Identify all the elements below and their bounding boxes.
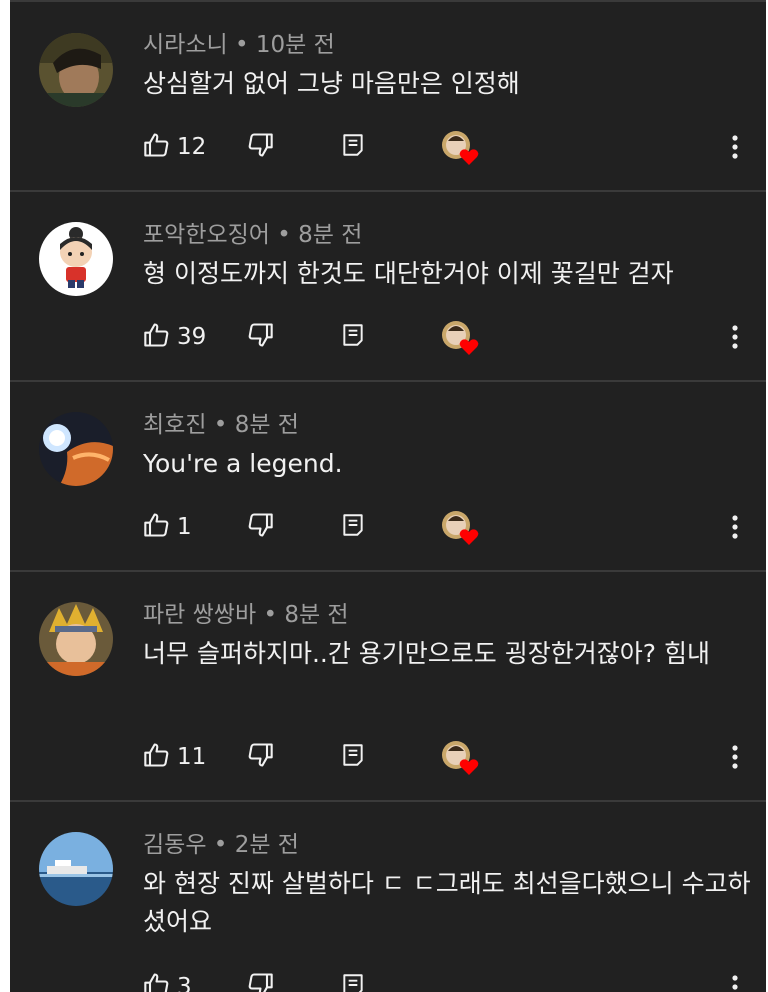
like-count: 3 <box>177 974 192 992</box>
comment-item: 최호진 • 8분 전 You're a legend. 1 <box>10 382 766 570</box>
creator-heart-icon <box>440 317 480 357</box>
comment-item: 포악한오징어 • 8분 전 형 이정도까지 한것도 대단한거야 이제 꽃길만 걷… <box>10 192 766 380</box>
avatar[interactable] <box>39 602 113 676</box>
comment-meta: 시라소니 • 10분 전 <box>143 30 335 60</box>
comment-author[interactable]: 최호진 <box>143 412 206 438</box>
comment-author[interactable]: 김동우 <box>143 832 206 858</box>
comment-meta: 포악한오징어 • 8분 전 <box>143 220 362 250</box>
meta-separator: • <box>213 832 228 858</box>
dislike-button[interactable] <box>246 127 274 167</box>
like-count: 11 <box>177 744 207 770</box>
comments-screen: 시라소니 • 10분 전 상심할거 없어 그냥 마음만은 인정해 12 포악한오… <box>10 0 766 992</box>
comment-text: You're a legend. <box>143 449 343 478</box>
more-vertical-icon[interactable] <box>725 737 745 777</box>
comment-time: 2분 전 <box>234 832 299 858</box>
creator-heart-icon <box>440 507 480 547</box>
like-button[interactable]: 1 <box>143 507 192 547</box>
comment-actions: 1 <box>10 507 766 547</box>
meta-separator: • <box>234 32 249 58</box>
like-count: 12 <box>177 134 207 160</box>
reply-button[interactable] <box>340 317 366 357</box>
thumbs-up-icon <box>143 741 171 773</box>
thumbs-up-icon <box>143 511 171 543</box>
avatar[interactable] <box>39 33 113 107</box>
reply-button[interactable] <box>340 967 366 992</box>
dislike-button[interactable] <box>246 317 274 357</box>
comment-actions: 12 <box>10 127 766 167</box>
reply-icon <box>340 742 366 772</box>
comment-meta: 최호진 • 8분 전 <box>143 410 299 440</box>
comment-author[interactable]: 시라소니 <box>143 32 228 58</box>
comment-meta: 파란 쌍쌍바 • 8분 전 <box>143 600 349 630</box>
more-vertical-icon[interactable] <box>725 507 745 547</box>
comment-actions: 3 <box>10 967 766 992</box>
reply-icon <box>340 132 366 162</box>
thumbs-up-icon <box>143 131 171 163</box>
like-count: 1 <box>177 514 192 540</box>
reply-button[interactable] <box>340 737 366 777</box>
dislike-button[interactable] <box>246 737 274 777</box>
comment-time: 8분 전 <box>234 412 299 438</box>
comment-time: 10분 전 <box>255 32 335 58</box>
comment-actions: 39 <box>10 317 766 357</box>
creator-heart-icon <box>440 127 480 167</box>
avatar[interactable] <box>39 222 113 296</box>
meta-separator: • <box>213 412 228 438</box>
more-vertical-icon[interactable] <box>725 317 745 357</box>
like-button[interactable]: 12 <box>143 127 206 167</box>
thumbs-up-icon <box>143 971 171 992</box>
dislike-button[interactable] <box>246 967 274 992</box>
avatar[interactable] <box>39 412 113 486</box>
comment-actions: 11 <box>10 737 766 777</box>
comment-item: 김동우 • 2분 전 와 현장 진짜 살벌하다 ㄷ ㄷ그래도 최선을다했으니 수… <box>10 802 766 992</box>
thumbs-down-icon <box>246 131 274 163</box>
comment-item: 파란 쌍쌍바 • 8분 전 너무 슬퍼하지마..간 용기만으로도 굉장한거잖아?… <box>10 572 766 800</box>
meta-separator: • <box>263 602 278 628</box>
comment-text: 형 이정도까지 한것도 대단한거야 이제 꽃길만 걷자 <box>143 259 674 288</box>
comment-item: 시라소니 • 10분 전 상심할거 없어 그냥 마음만은 인정해 12 <box>10 0 766 190</box>
comment-text: 와 현장 진짜 살벌하다 ㄷ ㄷ그래도 최선을다했으니 수고하셨어요 <box>143 869 751 936</box>
like-button[interactable]: 11 <box>143 737 206 777</box>
comment-time: 8분 전 <box>284 602 349 628</box>
like-button[interactable]: 3 <box>143 967 192 992</box>
thumbs-down-icon <box>246 321 274 353</box>
thumbs-up-icon <box>143 321 171 353</box>
thumbs-down-icon <box>246 741 274 773</box>
reply-icon <box>340 322 366 352</box>
reply-icon <box>340 972 366 992</box>
reply-icon <box>340 512 366 542</box>
comment-text: 너무 슬퍼하지마..간 용기만으로도 굉장한거잖아? 힘내 <box>143 639 710 668</box>
reply-button[interactable] <box>340 507 366 547</box>
reply-button[interactable] <box>340 127 366 167</box>
thumbs-down-icon <box>246 971 274 992</box>
comment-author[interactable]: 포악한오징어 <box>143 222 270 248</box>
comment-meta: 김동우 • 2분 전 <box>143 830 299 860</box>
dislike-button[interactable] <box>246 507 274 547</box>
like-count: 39 <box>177 324 207 350</box>
comment-author[interactable]: 파란 쌍쌍바 <box>143 602 256 628</box>
comment-time: 8분 전 <box>298 222 363 248</box>
meta-separator: • <box>277 222 291 248</box>
creator-heart-icon <box>440 737 480 777</box>
thumbs-down-icon <box>246 511 274 543</box>
comment-text: 상심할거 없어 그냥 마음만은 인정해 <box>143 69 520 98</box>
more-vertical-icon[interactable] <box>725 127 745 167</box>
more-vertical-icon[interactable] <box>725 967 745 992</box>
avatar[interactable] <box>39 832 113 906</box>
like-button[interactable]: 39 <box>143 317 206 357</box>
